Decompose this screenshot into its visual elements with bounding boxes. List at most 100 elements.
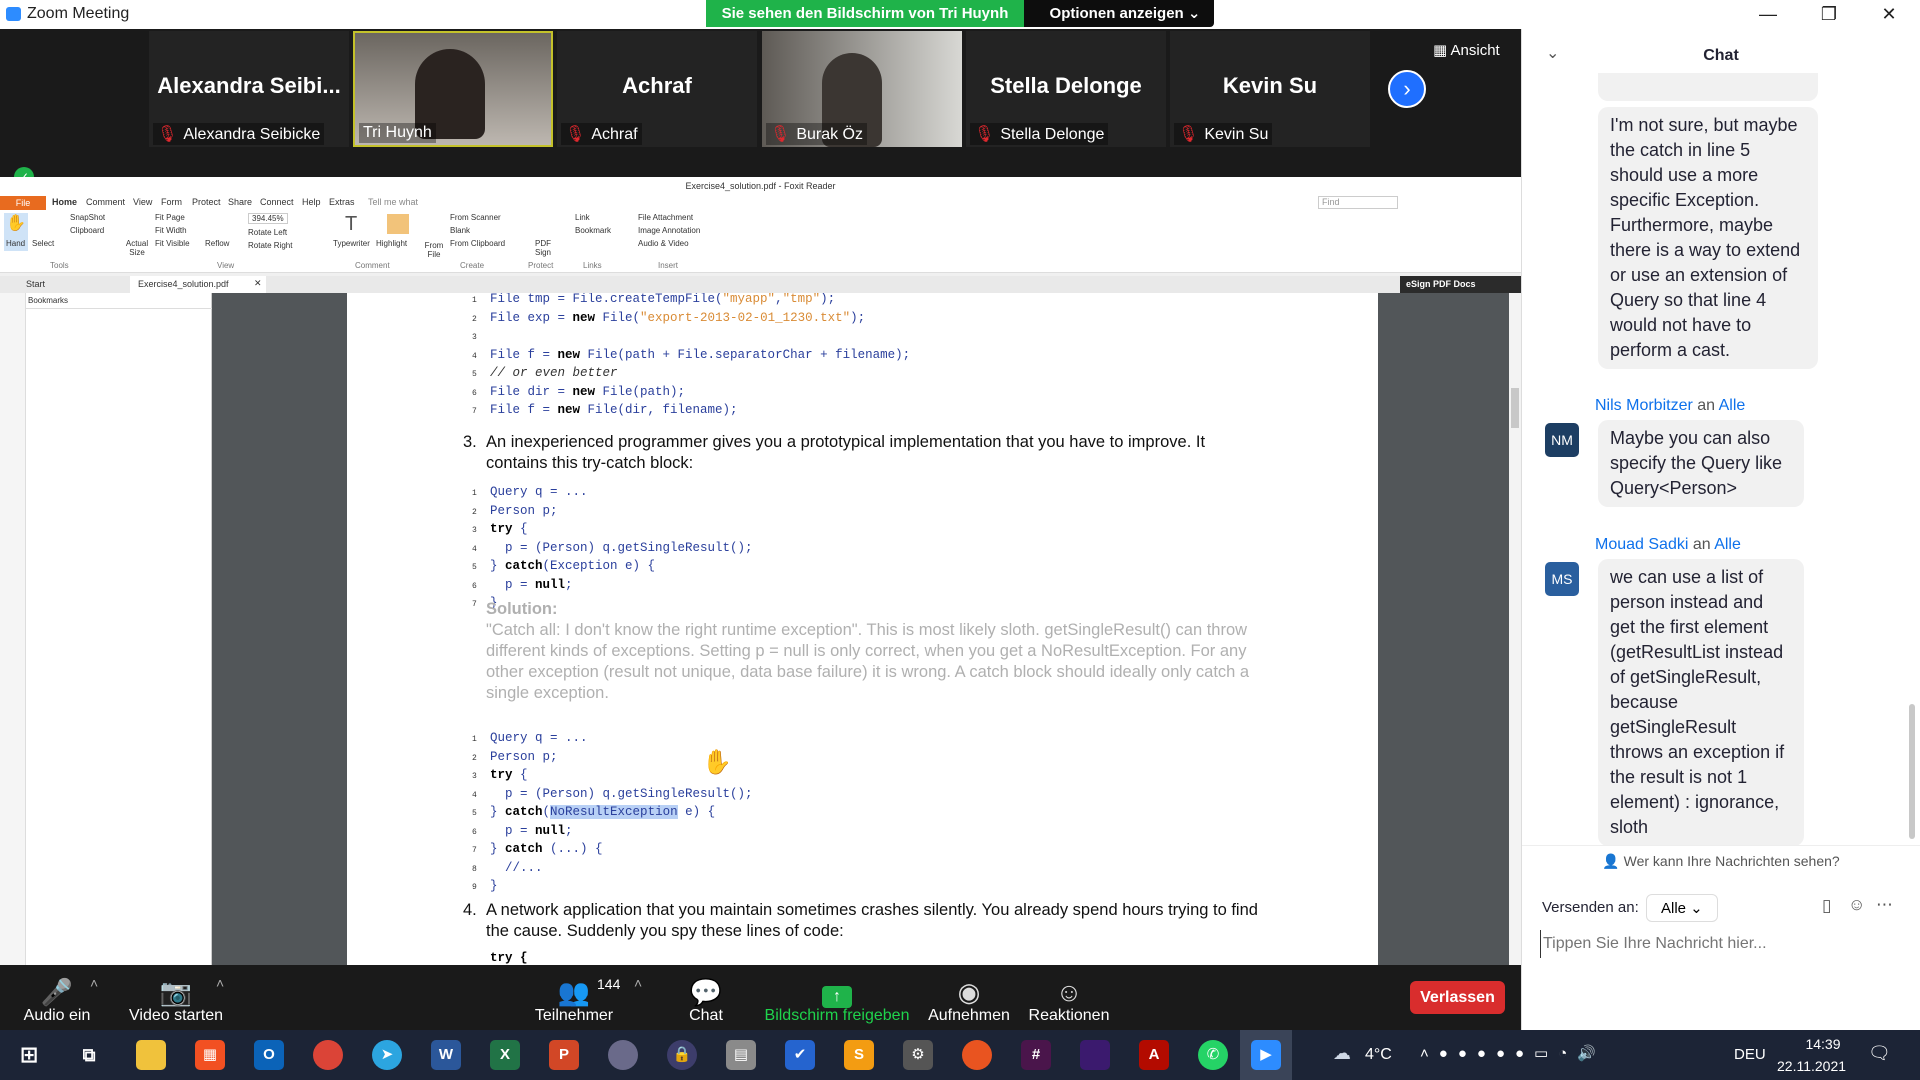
outlook-icon[interactable]: O bbox=[254, 1040, 284, 1070]
todo-icon[interactable]: ✔ bbox=[785, 1040, 815, 1070]
participant-tile[interactable]: 🎙 Burak Öz bbox=[762, 31, 962, 147]
task-view-icon[interactable]: ⧉ bbox=[74, 1040, 104, 1070]
pdf-sign-button[interactable]: PDF Sign bbox=[530, 239, 556, 257]
powerpoint-icon[interactable]: P bbox=[549, 1040, 579, 1070]
clock-time[interactable]: 14:39 bbox=[1792, 1036, 1854, 1052]
ubuntu-icon[interactable] bbox=[962, 1040, 992, 1070]
file-explorer-icon[interactable] bbox=[136, 1040, 166, 1070]
participant-tile[interactable]: Kevin Su 🎙 Kevin Su bbox=[1170, 31, 1370, 147]
audio-video-button[interactable]: Audio & Video bbox=[638, 239, 689, 248]
document-scrollbar[interactable] bbox=[1509, 293, 1521, 965]
highlight-button[interactable]: Highlight bbox=[376, 239, 407, 248]
who-can-see-link[interactable]: 👤 Wer kann Ihre Nachrichten sehen? bbox=[1522, 853, 1920, 870]
lock-app-icon[interactable]: 🔒 bbox=[667, 1040, 697, 1070]
rotate-left-button[interactable]: Rotate Left bbox=[248, 228, 287, 237]
participants-chevron-icon[interactable]: ˄ bbox=[634, 975, 642, 991]
participant-tile[interactable]: Stella Delonge 🎙 Stella Delonge bbox=[966, 31, 1166, 147]
menu-form[interactable]: Form bbox=[161, 197, 182, 207]
find-input[interactable]: Find bbox=[1318, 196, 1398, 209]
chrome-icon[interactable] bbox=[313, 1040, 343, 1070]
next-page-button[interactable]: › bbox=[1388, 70, 1426, 108]
chat-button[interactable]: 💬 Chat bbox=[680, 977, 732, 1025]
participant-tile-active-speaker[interactable]: Tri Huynh bbox=[353, 31, 553, 147]
slack-icon[interactable]: # bbox=[1021, 1040, 1051, 1070]
menu-file[interactable]: File bbox=[0, 196, 46, 210]
word-icon[interactable]: W bbox=[431, 1040, 461, 1070]
audio-button[interactable]: 🎤 Audio ein bbox=[20, 977, 94, 1025]
whatsapp-icon[interactable]: ✆ bbox=[1198, 1040, 1228, 1070]
acrobat-icon[interactable]: A bbox=[1139, 1040, 1169, 1070]
sublime-icon[interactable]: S bbox=[844, 1040, 874, 1070]
typewriter-button[interactable]: Typewriter bbox=[333, 239, 370, 248]
tab-start[interactable]: Start bbox=[26, 279, 45, 289]
blank-button[interactable]: Blank bbox=[450, 226, 470, 235]
fit-page-button[interactable]: Fit Page bbox=[155, 213, 185, 222]
menu-extras[interactable]: Extras bbox=[329, 197, 355, 207]
fit-width-button[interactable]: Fit Width bbox=[155, 226, 187, 235]
snapshot-button[interactable]: SnapShot bbox=[70, 213, 105, 222]
minimize-button[interactable]: — bbox=[1745, 0, 1791, 29]
select-tool[interactable]: Select bbox=[32, 239, 54, 248]
clock-date[interactable]: 22.11.2021 bbox=[1777, 1058, 1846, 1074]
fit-visible-button[interactable]: Fit Visible bbox=[155, 239, 190, 248]
zoom-icon[interactable]: ▶ bbox=[1251, 1040, 1281, 1070]
actual-size-button[interactable]: Actual Size bbox=[124, 239, 150, 257]
close-tab-icon[interactable]: ✕ bbox=[254, 278, 262, 289]
participant-tile[interactable]: Alexandra Seibi... 🎙 Alexandra Seibicke bbox=[149, 31, 349, 147]
visual-studio-icon[interactable] bbox=[1080, 1040, 1110, 1070]
record-button[interactable]: ◉ Aufnehmen bbox=[925, 977, 1013, 1025]
file-icon[interactable]: ▯ bbox=[1822, 896, 1831, 916]
emoji-icon[interactable]: ☺ bbox=[1848, 895, 1865, 915]
microsoft-store-icon[interactable]: ▦ bbox=[195, 1040, 225, 1070]
chat-message-input[interactable] bbox=[1540, 930, 1900, 958]
line-number: 6 bbox=[472, 388, 477, 398]
view-options-button[interactable]: Optionen anzeigen ⌄ bbox=[1040, 0, 1210, 27]
recipient-select[interactable]: Alle ⌄ bbox=[1646, 894, 1718, 922]
tell-me-input[interactable]: Tell me what bbox=[368, 197, 418, 207]
menu-comment[interactable]: Comment bbox=[86, 197, 125, 207]
chat-scrollbar[interactable] bbox=[1909, 704, 1915, 839]
participant-tile[interactable]: Achraf 🎙 Achraf bbox=[557, 31, 757, 147]
calculator-icon[interactable]: ▤ bbox=[726, 1040, 756, 1070]
video-options-chevron-icon[interactable]: ˄ bbox=[216, 975, 224, 991]
share-screen-button[interactable]: ↑ Bildschirm freigeben bbox=[764, 977, 910, 1025]
menu-home[interactable]: Home bbox=[52, 197, 77, 207]
zoom-input[interactable]: 394.45% bbox=[248, 213, 288, 224]
excel-icon[interactable]: X bbox=[490, 1040, 520, 1070]
telegram-icon[interactable]: ➤ bbox=[372, 1040, 402, 1070]
notifications-icon[interactable]: 🗨 bbox=[1868, 1043, 1891, 1064]
from-scanner-button[interactable]: From Scanner bbox=[450, 213, 501, 222]
link-button[interactable]: Link bbox=[575, 213, 590, 222]
esign-button[interactable]: eSign PDF Docs bbox=[1400, 276, 1521, 293]
from-file-button[interactable]: From File bbox=[422, 241, 446, 259]
bookmark-button[interactable]: Bookmark bbox=[575, 226, 611, 235]
from-clipboard-button[interactable]: From Clipboard bbox=[450, 239, 505, 248]
reactions-button[interactable]: ☺ Reaktionen bbox=[1024, 977, 1114, 1025]
tab-document[interactable]: Exercise4_solution.pdf ✕ bbox=[130, 276, 266, 293]
rotate-right-button[interactable]: Rotate Right bbox=[248, 241, 292, 250]
audio-options-chevron-icon[interactable]: ˄ bbox=[90, 975, 98, 991]
close-button[interactable]: ✕ bbox=[1866, 0, 1912, 29]
restore-button[interactable]: ❐ bbox=[1806, 0, 1852, 29]
language-indicator[interactable]: DEU bbox=[1734, 1046, 1766, 1063]
video-button[interactable]: 📷 Video starten bbox=[126, 977, 226, 1025]
file-attachment-button[interactable]: File Attachment bbox=[638, 213, 693, 222]
menu-connect[interactable]: Connect bbox=[260, 197, 294, 207]
image-annotation-button[interactable]: Image Annotation bbox=[638, 226, 700, 235]
menu-help[interactable]: Help bbox=[302, 197, 321, 207]
menu-view[interactable]: View bbox=[133, 197, 152, 207]
windows-start-icon[interactable]: ⊞ bbox=[14, 1040, 44, 1070]
leave-button[interactable]: Verlassen bbox=[1410, 981, 1505, 1014]
scroll-thumb[interactable] bbox=[1511, 388, 1519, 428]
menu-protect[interactable]: Protect bbox=[192, 197, 221, 207]
more-icon[interactable]: ⋯ bbox=[1876, 895, 1893, 915]
system-tray-icons[interactable]: ˄●●●●●▭◔🔊 bbox=[1420, 1044, 1606, 1062]
view-button[interactable]: ▦ Ansicht bbox=[1433, 41, 1500, 59]
code-token: Query q = ... bbox=[490, 731, 588, 745]
app-icon[interactable] bbox=[608, 1040, 638, 1070]
settings-app-icon[interactable]: ⚙ bbox=[903, 1040, 933, 1070]
code-token: File(path); bbox=[595, 384, 686, 399]
menu-share[interactable]: Share bbox=[228, 197, 252, 207]
reflow-button[interactable]: Reflow bbox=[205, 239, 229, 248]
clipboard-button[interactable]: Clipboard bbox=[70, 226, 104, 235]
